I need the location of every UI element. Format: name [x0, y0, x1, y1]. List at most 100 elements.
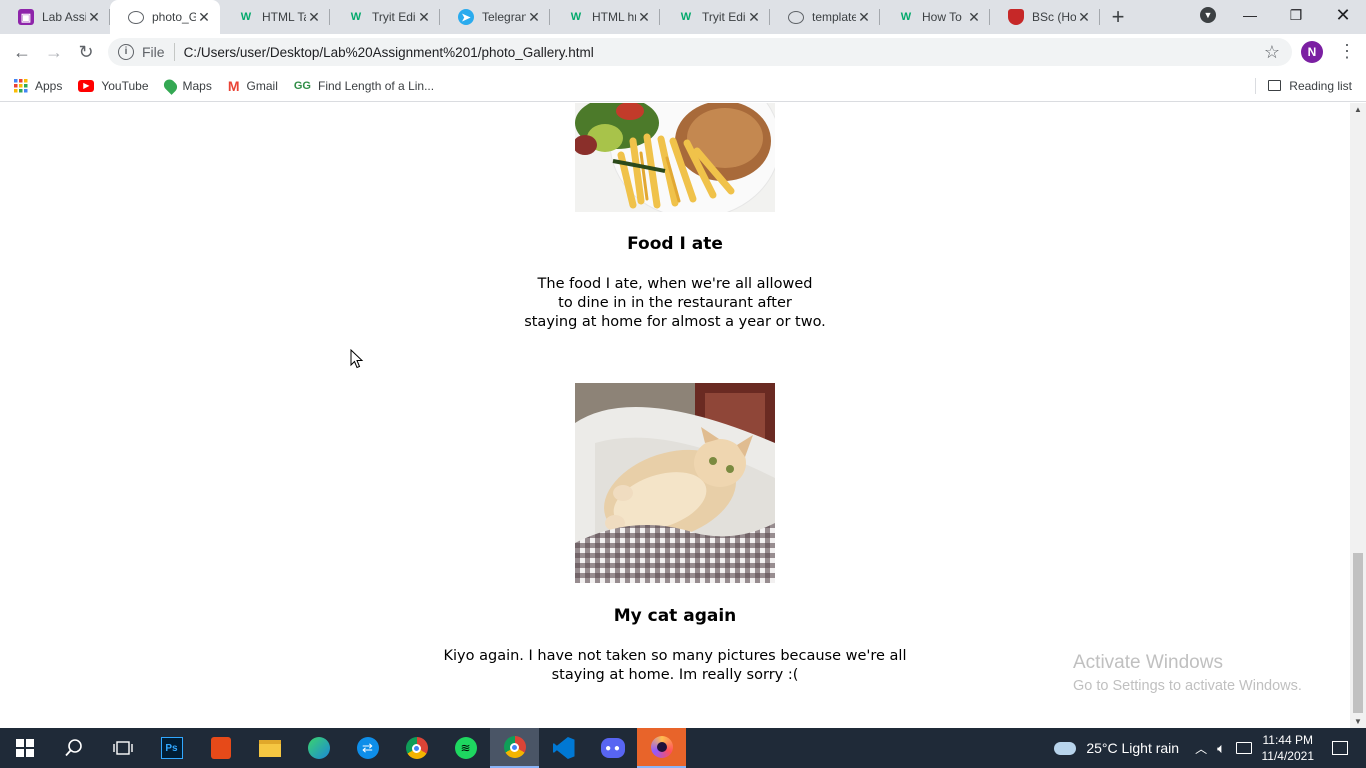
browser-tab[interactable]: ➤ Telegran ✕: [440, 0, 550, 34]
new-tab-button[interactable]: +: [1100, 0, 1136, 34]
close-tab-icon[interactable]: ✕: [86, 9, 102, 26]
weather-text[interactable]: 25°C Light rain: [1086, 740, 1179, 756]
tab-title: BSc (Hon: [1032, 10, 1076, 24]
reading-list-button[interactable]: Reading list: [1268, 79, 1352, 93]
browser-tab[interactable]: W HTML Ta ✕: [220, 0, 330, 34]
vscode-icon[interactable]: [539, 728, 588, 768]
purple-square-icon: ▣: [18, 9, 34, 25]
forward-arrow-icon[interactable]: →: [38, 36, 70, 68]
browser-tab[interactable]: W HTML hr ✕: [550, 0, 660, 34]
url-text[interactable]: C:/Users/user/Desktop/Lab%20Assignment%2…: [184, 45, 594, 60]
speaker-icon[interactable]: 🔈︎: [1217, 740, 1225, 757]
reload-icon[interactable]: ↻: [70, 36, 102, 68]
scroll-up-arrow-icon[interactable]: ▲: [1350, 105, 1366, 114]
browser-tab[interactable]: ▣ Lab Assi ✕: [0, 0, 110, 34]
reading-list-icon: [1268, 80, 1282, 91]
tab-title: Tryit Edi: [372, 10, 416, 24]
close-tab-icon[interactable]: ✕: [526, 9, 542, 26]
food-photo: [575, 103, 775, 212]
crest-icon: [1008, 9, 1024, 25]
file-explorer-icon[interactable]: [245, 728, 294, 768]
tab-title: How To: [922, 10, 962, 24]
vertical-scrollbar[interactable]: ▲ ▼: [1350, 103, 1366, 728]
minimize-button[interactable]: —: [1227, 0, 1273, 30]
scroll-down-arrow-icon[interactable]: ▼: [1350, 717, 1366, 726]
page-viewport: Food I ate The food I ate, when we're al…: [0, 103, 1366, 728]
bookmark-item[interactable]: Maps: [161, 76, 212, 95]
tab-title: HTML Ta: [262, 10, 306, 24]
w3schools-icon: W: [680, 11, 692, 23]
browser-tab[interactable]: template ✕: [770, 0, 880, 34]
bookmark-item[interactable]: M Gmail: [228, 78, 278, 94]
close-tab-icon[interactable]: ✕: [1076, 9, 1092, 26]
bookmarks-divider: [1255, 78, 1256, 94]
network-icon[interactable]: [1235, 742, 1252, 754]
close-tab-icon[interactable]: ✕: [416, 9, 432, 26]
edge-icon[interactable]: [294, 728, 343, 768]
clock[interactable]: 11:44 PM 11/4/2021: [1262, 732, 1315, 764]
firefox-icon[interactable]: [637, 728, 686, 768]
bookmark-item[interactable]: Apps: [14, 78, 62, 93]
chevron-up-icon[interactable]: ︿: [1195, 740, 1207, 757]
tab-title: Telegran: [482, 10, 526, 24]
photoshop-icon[interactable]: Ps: [147, 728, 196, 768]
bookmark-item[interactable]: GG Find Length of a Lin...: [294, 79, 434, 93]
chrome-icon[interactable]: [392, 728, 441, 768]
weather-cloud-icon[interactable]: [1054, 741, 1077, 755]
profile-avatar[interactable]: N: [1301, 41, 1323, 63]
bookmark-label: Find Length of a Lin...: [318, 78, 435, 93]
bookmark-star-icon[interactable]: ☆: [1264, 42, 1280, 63]
bookmark-label: Gmail: [246, 78, 278, 93]
address-bar[interactable]: i File C:/Users/user/Desktop/Lab%20Assig…: [108, 38, 1292, 66]
close-tab-icon[interactable]: ✕: [746, 9, 762, 26]
cat-photo: [575, 383, 775, 583]
apps-grid-icon: [14, 78, 28, 93]
gallery-caption-text: The food I ate, when we're all allowed t…: [524, 276, 826, 330]
geeks-icon: GG: [293, 79, 311, 92]
bookmark-item[interactable]: ▶ YouTube: [78, 78, 149, 93]
restore-button[interactable]: ❐: [1273, 0, 1319, 30]
windows-start-icon[interactable]: [0, 728, 49, 768]
info-icon[interactable]: i: [118, 44, 134, 60]
browser-tab[interactable]: W Tryit Edi ✕: [660, 0, 770, 34]
close-tab-icon[interactable]: ✕: [966, 9, 982, 26]
w3schools-icon: W: [240, 11, 252, 23]
scrollbar-thumb[interactable]: [1353, 553, 1363, 713]
windows-taskbar: Ps ⇄ ≋ ● ● 25°C Light rain ︿ 🔈︎ 11:44 PM…: [0, 728, 1366, 768]
notification-icon[interactable]: [1332, 741, 1348, 755]
teamviewer-icon[interactable]: ⇄: [343, 728, 392, 768]
browser-tab[interactable]: BSc (Hon✕: [990, 0, 1100, 34]
spotify-icon[interactable]: ≋: [441, 728, 490, 768]
browser-tab[interactable]: W How To ✕: [880, 0, 990, 34]
telegram-icon: ➤: [458, 9, 474, 25]
tab-separator: [1099, 9, 1100, 25]
close-tab-icon[interactable]: ✕: [636, 9, 652, 26]
close-tab-icon[interactable]: ✕: [856, 9, 872, 26]
task-view-icon[interactable]: [98, 728, 147, 768]
back-arrow-icon[interactable]: ←: [6, 36, 38, 68]
close-tab-icon[interactable]: ✕: [196, 9, 212, 26]
omnibox-divider: [173, 43, 175, 61]
bookmark-label: Maps: [182, 78, 212, 93]
system-tray: 25°C Light rain ︿ 🔈︎ 11:44 PM 11/4/2021: [1054, 728, 1366, 768]
bookmark-label: YouTube: [101, 78, 149, 93]
close-tab-icon[interactable]: ✕: [306, 9, 322, 26]
browser-tab[interactable]: W Tryit Edi ✕: [330, 0, 440, 34]
tab-search-icon[interactable]: ▼: [1185, 0, 1231, 30]
tab-title: photo_G: [152, 10, 196, 24]
w3schools-icon: W: [900, 11, 912, 23]
w3schools-icon: W: [350, 11, 362, 23]
gmail-icon: M: [227, 77, 240, 94]
search-icon[interactable]: [49, 728, 98, 768]
office-icon[interactable]: [196, 728, 245, 768]
chrome-profile-icon[interactable]: [490, 728, 539, 768]
discord-icon[interactable]: ● ●: [588, 728, 637, 768]
tab-title: Tryit Edi: [702, 10, 746, 24]
browser-tab[interactable]: photo_G ✕: [110, 0, 220, 34]
menu-kebab-icon[interactable]: ⋮: [1338, 39, 1356, 63]
bookmarks-bar: Apps ▶ YouTube Maps M Gmail GG Find Length of a…: [0, 70, 1366, 102]
scheme-label: File: [142, 44, 165, 60]
youtube-icon: ▶: [78, 79, 95, 92]
close-window-button[interactable]: ✕: [1320, 0, 1366, 30]
tab-title: HTML hr: [592, 10, 636, 24]
